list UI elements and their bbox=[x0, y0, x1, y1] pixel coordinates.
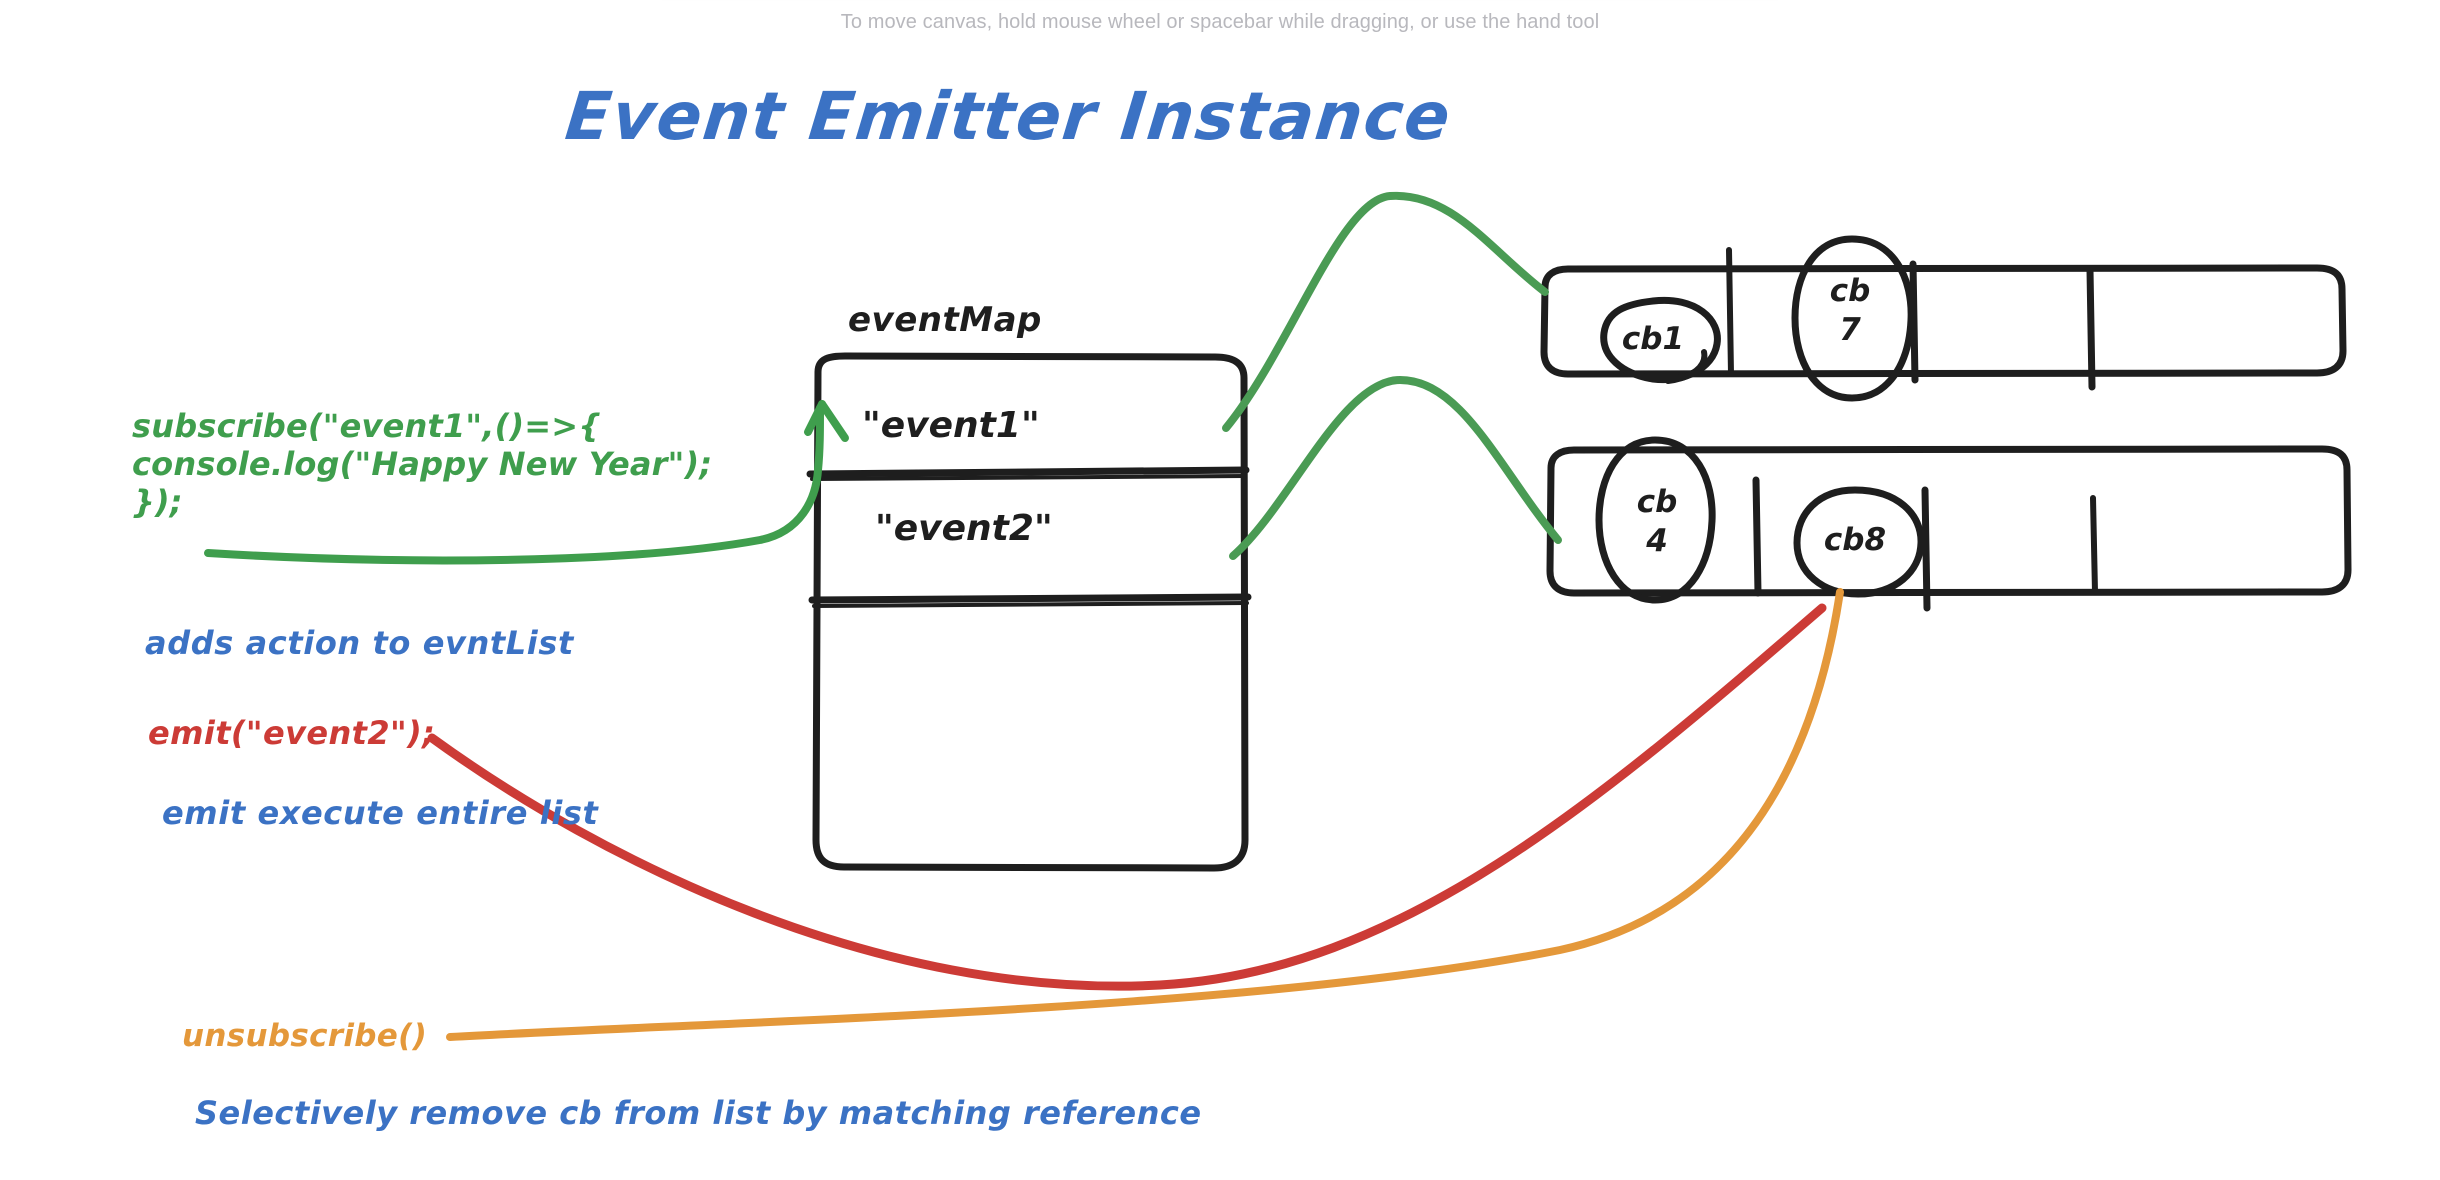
canvas-hint-bar: To move canvas, hold mouse wheel or spac… bbox=[0, 0, 2440, 44]
toolbar-shadow bbox=[660, 0, 1780, 2]
emit-connector-red[interactable] bbox=[427, 603, 1827, 991]
event1-callback-list-shape[interactable] bbox=[1540, 235, 2347, 402]
event-map-label[interactable]: eventMap bbox=[848, 300, 1042, 340]
callback-cell-cb7[interactable]: cb 7 bbox=[1805, 272, 1895, 350]
canvas-hint-text: To move canvas, hold mouse wheel or spac… bbox=[840, 10, 1600, 33]
unsubscribe-note-text[interactable]: Selectively remove cb from list by match… bbox=[195, 1094, 1202, 1133]
callback-cell-cb1[interactable]: cb1 bbox=[1608, 320, 1698, 359]
unsubscribe-code-text[interactable]: unsubscribe() bbox=[182, 1018, 427, 1055]
subscribe-code-text[interactable]: subscribe("event1",()=>{ console.log("Ha… bbox=[132, 407, 712, 521]
callback-cell-cb8[interactable]: cb8 bbox=[1810, 521, 1900, 560]
event-map-row-event1[interactable]: "event1" bbox=[862, 405, 1040, 447]
excalidraw-canvas[interactable]: To move canvas, hold mouse wheel or spac… bbox=[0, 0, 2440, 1180]
emit-note-text[interactable]: emit execute entire list bbox=[162, 794, 598, 833]
diagram-title[interactable]: Event Emitter Instance bbox=[562, 78, 1455, 155]
subscribe-note-text[interactable]: adds action to evntList bbox=[145, 624, 574, 663]
diagram-shapes-layer bbox=[204, 191, 2352, 1041]
event2-to-list2-connector[interactable] bbox=[1229, 375, 1562, 560]
emit-code-text[interactable]: emit("event2"); bbox=[148, 714, 435, 753]
callback-cell-cb4[interactable]: cb 4 bbox=[1612, 483, 1702, 561]
event1-to-list1-connector[interactable] bbox=[1222, 191, 1549, 432]
event-map-row-event2[interactable]: "event2" bbox=[875, 508, 1053, 550]
unsubscribe-connector-orange[interactable] bbox=[446, 588, 1844, 1041]
